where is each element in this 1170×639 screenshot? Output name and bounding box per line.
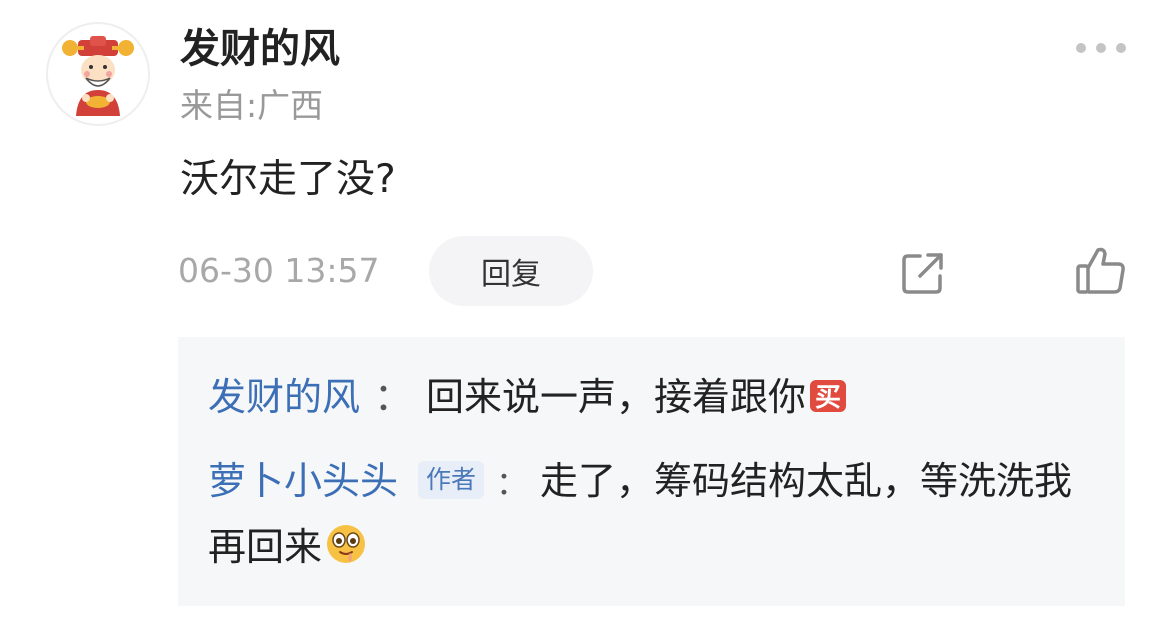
like-button[interactable] xyxy=(1074,244,1128,298)
more-button[interactable] xyxy=(1076,36,1126,60)
comment-author[interactable]: 发财的风 xyxy=(180,22,340,76)
reply-separator: ： xyxy=(496,464,529,502)
buy-emoji-text: 买 xyxy=(815,383,841,413)
avatar-caishen-icon xyxy=(62,36,134,116)
reply-author[interactable]: 发财的风 xyxy=(208,375,360,419)
comment-location: 来自:广西 xyxy=(180,86,324,125)
like-icon xyxy=(1076,247,1125,294)
reply-button[interactable]: 回复 xyxy=(429,236,593,306)
reply-separator: ： xyxy=(374,375,413,419)
more-icon-dot xyxy=(1116,43,1126,53)
comment-timestamp: 06-30 13:57 xyxy=(178,251,380,290)
more-icon-dot xyxy=(1096,43,1106,53)
comment-text: 沃尔走了没? xyxy=(180,157,396,202)
reply-author[interactable]: 萝卜小头头 xyxy=(208,459,398,503)
reply-text: 回来说一声，接着跟你 xyxy=(426,375,807,419)
buy-emoji-icon: 买 xyxy=(808,371,848,435)
share-button[interactable] xyxy=(898,248,948,298)
author-badge: 作者 xyxy=(418,461,485,499)
reply-item: 萝卜小头头 作者：走了，筹码结构太乱，等洗洗我再回来 xyxy=(208,449,1095,585)
reply-list: 发财的风：回来说一声，接着跟你买 萝卜小头头 作者：走了，筹码结构太乱，等洗洗我再… xyxy=(178,337,1125,606)
more-icon xyxy=(1076,43,1086,53)
share-icon xyxy=(902,253,943,294)
avatar[interactable] xyxy=(46,22,150,126)
drooling-face-emoji-icon xyxy=(324,521,368,585)
reply-item: 发财的风 ： 回来说一声，接着跟你买 xyxy=(208,365,1095,435)
